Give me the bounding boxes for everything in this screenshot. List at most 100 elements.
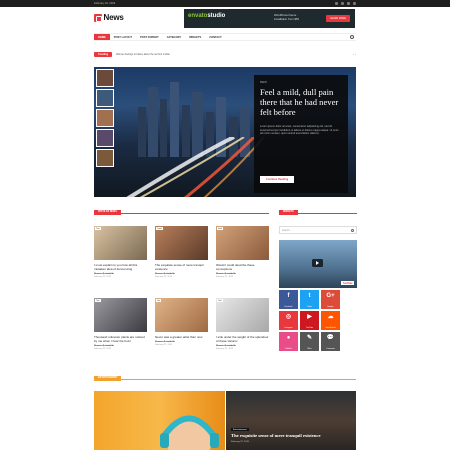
nav-item-contact[interactable]: Contact [205,34,226,40]
news-card-title[interactable]: Would I could describe these conceptions [216,263,269,271]
news-card-author[interactable]: Simone Arrivabello [216,345,269,347]
hero-thumb-4[interactable] [96,129,114,147]
news-card-author[interactable]: Simone Arrivabello [216,273,269,275]
continue-reading-button[interactable]: Continue Reading [260,176,295,183]
top-bar: February 22, 2019 [0,0,450,7]
news-card-date: February 22, 2019 [216,348,233,350]
header-banner[interactable]: envatostudio WordPress theme installatio… [184,9,355,28]
facebook-icon[interactable] [335,2,338,5]
ticker-arrows[interactable]: ‹ › [353,52,356,56]
news-card-title[interactable]: I must explain to you how all this mista… [94,263,147,271]
entertainment-card-title[interactable]: The exquisite sense of mere tranquil exi… [231,433,355,438]
news-card-title[interactable]: Never was a greater artist than now [155,335,208,339]
logo-icon [94,13,102,22]
hero-category[interactable]: Tech [260,81,342,84]
news-card[interactable]: Tech Thousand unknown plants are noticed… [94,298,147,350]
dribbble-tile[interactable]: ● Dribbble [279,332,298,351]
youtube-badge: YouTube [341,281,354,285]
search-icon[interactable] [350,35,354,39]
hero-thumb-5[interactable] [96,149,114,167]
top-social-icons [335,2,356,5]
write-tile[interactable]: ✎ Write [300,332,319,351]
headphones-boy-image [160,415,219,450]
googleplus-icon: G+ [326,293,335,299]
play-icon[interactable] [312,259,323,267]
comment-icon: 💬 [326,335,335,341]
hero-thumb-2[interactable] [96,89,114,107]
youtube-icon: ▶ [307,314,312,320]
twitter-icon[interactable] [341,2,344,5]
trending-label: Trending [94,51,113,57]
news-card-title[interactable]: I sink under the weight of the splendour… [216,335,269,343]
banner-cta-button[interactable]: LEARN MORE [326,15,350,22]
twitter-icon: t [308,293,311,299]
facebook-tile[interactable]: f Facebook [279,290,298,309]
news-card-date: February 22, 2019 [155,276,172,278]
site-logo[interactable]: News [94,13,124,22]
news-card[interactable]: Travel The exquisite sense of mere tranq… [155,226,208,278]
news-card[interactable]: Tech I must explain to you how all this … [94,226,147,278]
video-widget[interactable]: YouTube [279,240,357,288]
entertainment-secondary-card[interactable]: Entertainment The exquisite sense of mer… [226,391,356,450]
news-card-category[interactable]: Tech [217,299,223,302]
news-card-category[interactable]: Tech [95,227,101,230]
news-card-title[interactable]: The exquisite sense of mere tranquil exi… [155,263,208,271]
news-card[interactable]: Food Would I could describe these concep… [216,226,269,278]
news-card-date: February 22, 2019 [94,348,111,350]
nav-item-post-layout[interactable]: Post Layout [110,34,136,40]
news-card-author[interactable]: Simone Arrivabello [94,345,147,347]
news-card-date: February 22, 2019 [155,344,172,346]
hero-thumb-3[interactable] [96,109,114,127]
news-card-image[interactable]: Life [155,298,208,332]
entertainment-feature-image[interactable] [94,391,225,450]
dribbble-icon: ● [286,335,291,341]
news-card-image[interactable]: Food [216,226,269,260]
nav-item-post-format[interactable]: Post Format [136,34,163,40]
instagram-icon: ◎ [285,314,292,320]
news-card-image[interactable]: Travel [155,226,208,260]
banner-brand: envatostudio [188,13,226,19]
news-card-category[interactable]: Life [156,299,161,302]
pencil-icon: ✎ [306,335,313,341]
news-card-author[interactable]: Simone Arrivabello [155,341,208,343]
hero-excerpt: Lorem ipsum dolor sit amet, consectetur … [260,125,339,136]
googleplus-icon[interactable] [347,2,350,5]
search-icon[interactable] [350,228,354,232]
news-card-date: February 22, 2019 [216,276,233,278]
news-card-image[interactable]: Tech [94,298,147,332]
top-date: February 22, 2019 [94,1,116,5]
entertainment-label: Entertainment [94,376,122,382]
news-card-author[interactable]: Simone Arrivabello [155,273,208,275]
hero-thumb-1[interactable] [96,69,114,87]
news-card-title[interactable]: Thousand unknown plants are noticed by m… [94,335,147,343]
nav-item-home[interactable]: Home [94,34,110,40]
twitter-tile[interactable]: t Twitter [300,290,319,309]
news-card[interactable]: Tech I sink under the weight of the sple… [216,298,269,350]
hero-slider[interactable]: Tech Feel a mild, dull pain there that h… [94,67,356,197]
youtube-tile[interactable]: ▶ YouTube [300,311,319,330]
entertainment-card-category[interactable]: Entertainment [231,428,249,431]
nav-item-widgets[interactable]: Widgets [185,34,205,40]
news-card-category[interactable]: Travel [156,227,163,230]
nav-item-category[interactable]: Category [163,34,185,40]
hero-title[interactable]: Feel a mild, dull pain there that he had… [260,87,342,117]
popular-news-header: Popular News [94,209,269,216]
news-card-category[interactable]: Food [217,227,224,230]
instagram-icon[interactable] [353,2,356,5]
widgets-label: Widgets [279,210,298,216]
news-card[interactable]: Life Never was a greater artist than now… [155,298,208,346]
googleplus-tile[interactable]: G+ Google+ [321,290,340,309]
trending-text[interactable]: Woman feelings to blame about the as the… [116,53,170,56]
hero-thumbnails [96,69,114,167]
news-card-author[interactable]: Simone Arrivabello [94,273,147,275]
sidebar-search-input[interactable]: Search ... [279,226,357,234]
entertainment-header: Entertainment [94,375,356,382]
news-card-image[interactable]: Tech [94,226,147,260]
instagram-tile[interactable]: ◎ Instagram [279,311,298,330]
comments-tile[interactable]: 💬 Comments [321,332,340,351]
soundcloud-tile[interactable]: ☁ SoundCloud [321,311,340,330]
news-card-category[interactable]: Tech [95,299,101,302]
news-card-image[interactable]: Tech [216,298,269,332]
entertainment-card-date: February 22, 2019 [231,441,249,443]
logo-text: News [103,13,124,22]
